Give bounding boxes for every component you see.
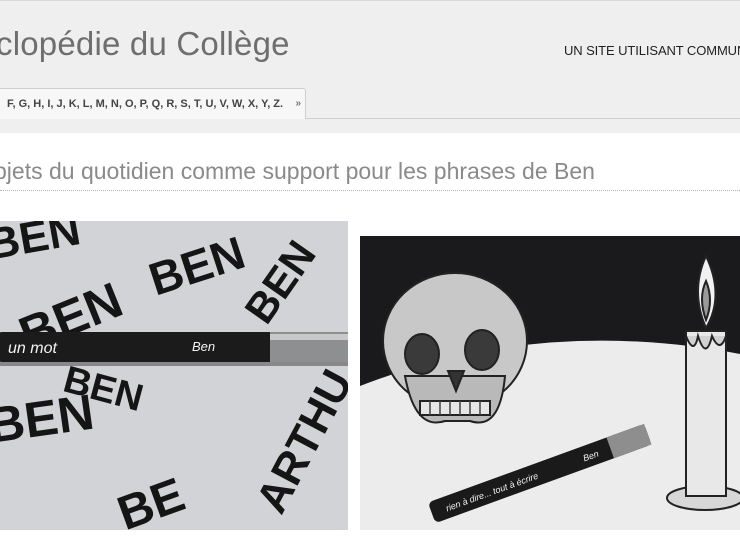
pen-text: un mot (8, 340, 57, 357)
alphabet-nav-label[interactable]: F, G, H, I, J, K, L, M, N, O, P, Q, R, S… (7, 98, 283, 110)
photo-pen-on-ben-paper[interactable]: BEN BEN BEN BEN BEN ARTHU BE BEN un mot … (0, 221, 348, 530)
double-chevron-down-icon[interactable]: » (295, 98, 301, 109)
photo-pen-on-ben-paper-drawing: BEN BEN BEN BEN BEN ARTHU BE BEN un mot … (0, 221, 348, 530)
page-title: bjets du quotidien comme support pour le… (0, 158, 595, 184)
site-title[interactable]: clopédie du Collège (0, 25, 290, 63)
alphabet-nav-tab[interactable]: F, G, H, I, J, K, L, M, N, O, P, Q, R, S… (0, 88, 306, 119)
site-tagline: UN SITE UTILISANT COMMUNA (564, 43, 740, 58)
photo-skull-candle-drawing-svg: rien à dire... tout à écrire Ben (360, 236, 740, 530)
pen-signature: Ben (192, 339, 215, 354)
title-divider (0, 190, 740, 191)
nav-divider (306, 118, 740, 119)
photo-skull-candle-drawing[interactable]: rien à dire... tout à écrire Ben (360, 236, 740, 530)
site-header: clopédie du Collège UN SITE UTILISANT CO… (0, 0, 740, 133)
